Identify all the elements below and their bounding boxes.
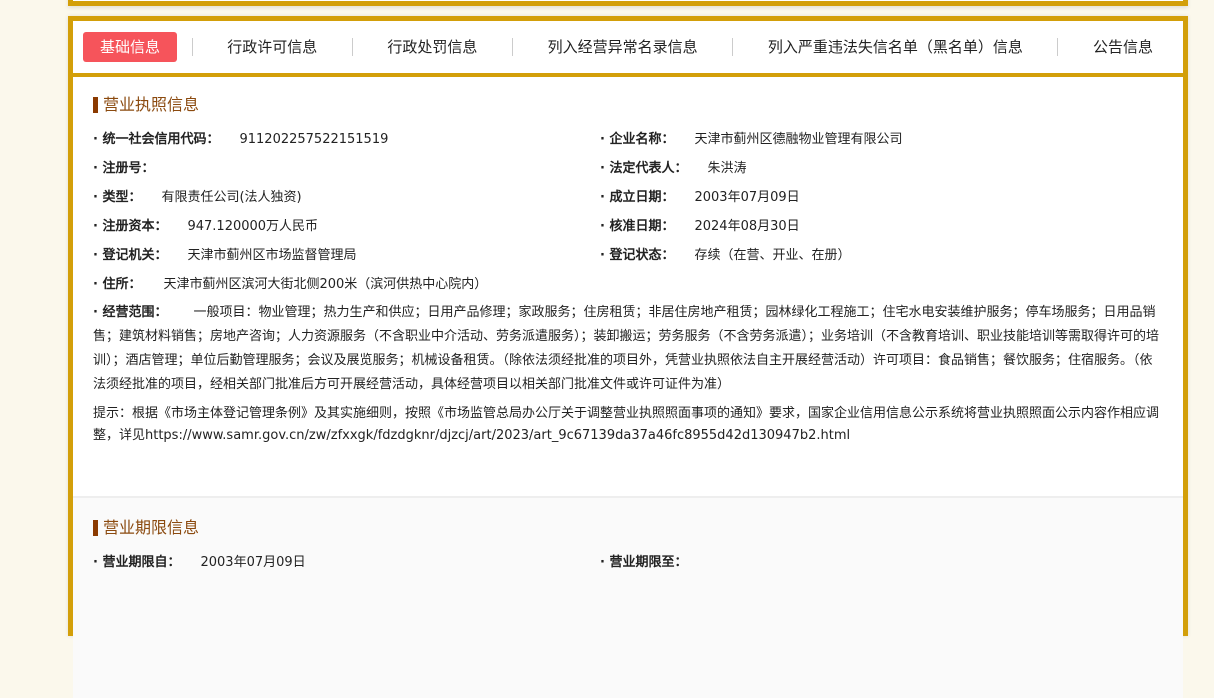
field-label: 住所： bbox=[93, 275, 141, 304]
field-value: 2003年07月09日 bbox=[200, 555, 306, 570]
field-value: 911202257522151519 bbox=[239, 132, 389, 147]
field-row: 统一社会信用代码： 911202257522151519 企业名称： 天津市蓟州区德融… bbox=[93, 130, 1163, 159]
field-value: 朱洪涛 bbox=[707, 161, 747, 176]
field-label: 核准日期： bbox=[600, 217, 674, 246]
tab-divider bbox=[191, 38, 193, 56]
tab-divider bbox=[351, 38, 353, 56]
field: 注册资本： 947.120000万人民币 bbox=[93, 217, 600, 246]
field: 企业名称： 天津市蓟州区德融物业管理有限公司 bbox=[600, 130, 1107, 159]
section-title: 营业期限信息 bbox=[93, 520, 1163, 536]
field-label: 注册号： bbox=[93, 159, 154, 188]
tab-bar: 基础信息 行政许可信息 行政处罚信息 列入经营异常名录信息 列入严重违法失信名单… bbox=[73, 21, 1183, 77]
section-title: 营业执照信息 bbox=[93, 97, 1163, 113]
field-value: 有限责任公司(法人独资) bbox=[161, 190, 302, 205]
field: 类型： 有限责任公司(法人独资) bbox=[93, 188, 600, 217]
field: 统一社会信用代码： 911202257522151519 bbox=[93, 130, 600, 159]
field-label: 注册资本： bbox=[93, 217, 167, 246]
field: 核准日期： 2024年08月30日 bbox=[600, 217, 1107, 246]
field: 登记机关： 天津市蓟州区市场监督管理局 bbox=[93, 246, 600, 275]
field-label: 登记状态： bbox=[600, 246, 674, 275]
field-label: 经营范围： bbox=[93, 305, 167, 320]
field-row: 登记机关： 天津市蓟州区市场监督管理局 登记状态： 存续（在营、开业、在册） bbox=[93, 246, 1163, 275]
field-value: 存续（在营、开业、在册） bbox=[694, 248, 851, 263]
license-section: 营业执照信息 统一社会信用代码： 911202257522151519 企业名称： 天… bbox=[73, 77, 1183, 498]
field-value: 天津市蓟州区德融物业管理有限公司 bbox=[694, 132, 903, 147]
field-value: 一般项目：物业管理；热力生产和供应；日用产品修理；家政服务；住房租赁；非居住房地… bbox=[93, 305, 1160, 392]
field-label: 营业期限自： bbox=[93, 553, 180, 582]
tab-abnormal-list[interactable]: 列入经营异常名录信息 bbox=[528, 32, 718, 62]
tab-announcements[interactable]: 公告信息 bbox=[1073, 32, 1173, 62]
field-value: 天津市蓟州区市场监督管理局 bbox=[187, 248, 357, 263]
tab-admin-penalty[interactable]: 行政处罚信息 bbox=[367, 32, 497, 62]
tab-divider bbox=[512, 38, 514, 56]
field-row: 注册号： 法定代表人： 朱洪涛 bbox=[93, 159, 1163, 188]
field-value: 天津市蓟州区滨河大街北侧200米（滨河供热中心院内） bbox=[163, 277, 488, 292]
field: 成立日期： 2003年07月09日 bbox=[600, 188, 1107, 217]
previous-card bbox=[68, 0, 1188, 6]
field-label: 登记机关： bbox=[93, 246, 167, 275]
field-row: 类型： 有限责任公司(法人独资) 成立日期： 2003年07月09日 bbox=[93, 188, 1163, 217]
business-scope: 经营范围：一般项目：物业管理；热力生产和供应；日用产品修理；家政服务；住房租赁；… bbox=[93, 301, 1163, 397]
field-label: 企业名称： bbox=[600, 130, 674, 159]
field-label: 成立日期： bbox=[600, 188, 674, 217]
field-row: 注册资本： 947.120000万人民币 核准日期： 2024年08月30日 bbox=[93, 217, 1163, 246]
field-value: 2003年07月09日 bbox=[694, 190, 800, 205]
field: 登记状态： 存续（在营、开业、在册） bbox=[600, 246, 1107, 275]
tab-basic-info[interactable]: 基础信息 bbox=[83, 32, 178, 62]
field: 法定代表人： 朱洪涛 bbox=[600, 159, 1107, 188]
field-value: 947.120000万人民币 bbox=[187, 219, 319, 234]
address-row: 住所： 天津市蓟州区滨河大街北侧200米（滨河供热中心院内） bbox=[93, 275, 1163, 304]
field-label: 营业期限至： bbox=[600, 553, 687, 582]
field-label: 法定代表人： bbox=[600, 159, 687, 188]
tab-blacklist[interactable]: 列入严重违法失信名单（黑名单）信息 bbox=[748, 32, 1043, 62]
tab-divider bbox=[1057, 38, 1059, 56]
term-section: 营业期限信息 营业期限自： 2003年07月09日 营业期限至： bbox=[73, 498, 1183, 698]
field-label: 类型： bbox=[93, 188, 141, 217]
field: 注册号： bbox=[93, 159, 600, 188]
field-value: 2024年08月30日 bbox=[694, 219, 800, 234]
info-panel: 基础信息 行政许可信息 行政处罚信息 列入经营异常名录信息 列入严重违法失信名单… bbox=[68, 16, 1188, 698]
notice-text: 提示：根据《市场主体登记管理条例》及其实施细则，按照《市场监管总局办公厅关于调整… bbox=[93, 406, 1160, 443]
field-label: 统一社会信用代码： bbox=[93, 130, 219, 159]
tab-admin-license[interactable]: 行政许可信息 bbox=[207, 32, 337, 62]
tab-divider bbox=[732, 38, 734, 56]
